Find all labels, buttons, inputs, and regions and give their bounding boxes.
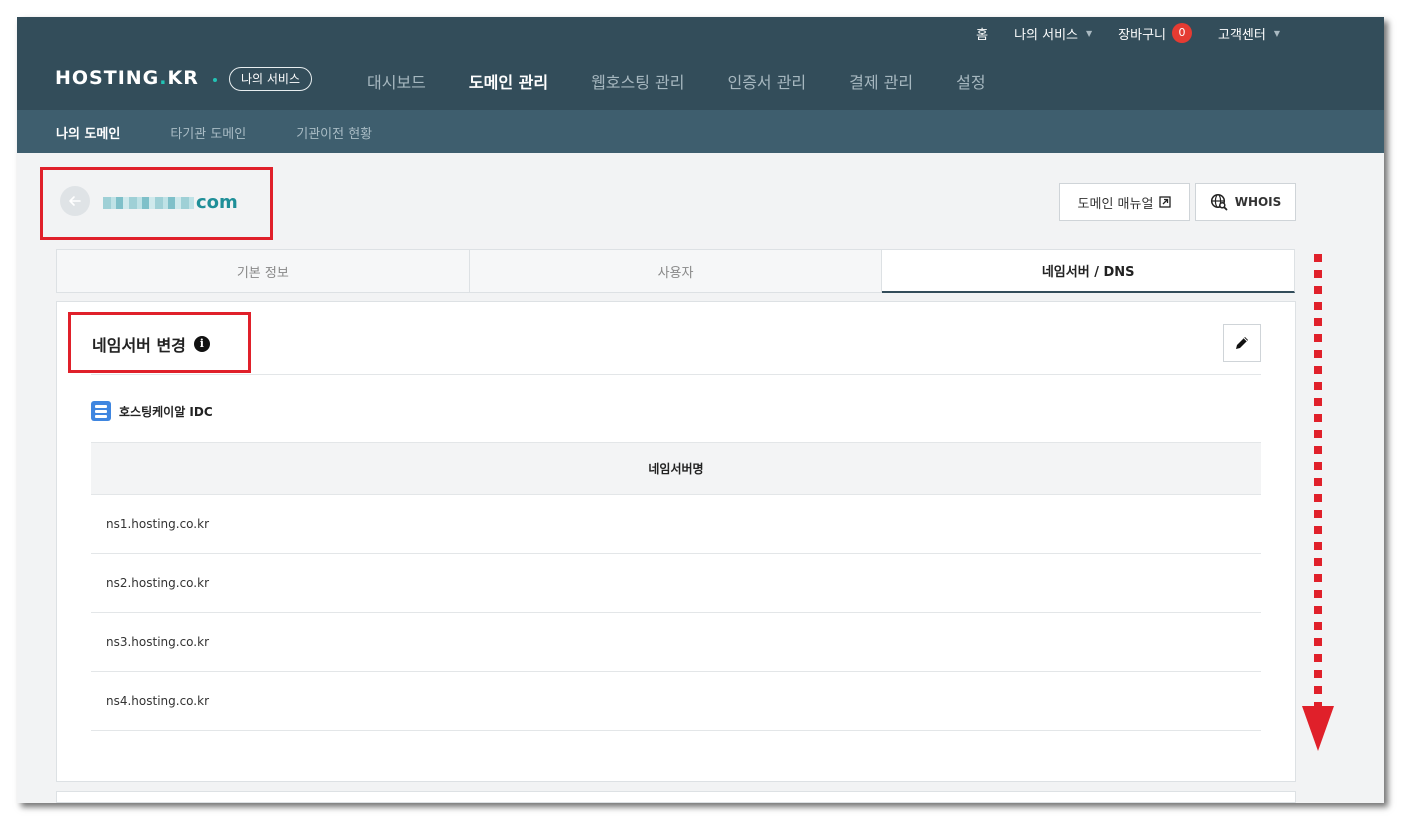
my-services-menu[interactable]: 나의 서비스 ▼ xyxy=(1014,24,1092,43)
utility-links: 홈 나의 서비스 ▼ 장바구니 0 고객센터 ▼ xyxy=(976,23,1384,43)
globe-search-icon xyxy=(1210,193,1228,211)
nameserver-table: 네임서버명 ns1.hosting.co.kr ns2.hosting.co.k… xyxy=(91,442,1261,731)
table-header: 네임서버명 xyxy=(91,442,1261,495)
main-nav: 대시보드 도메인 관리 웹호스팅 관리 인증서 관리 결제 관리 설정 xyxy=(367,69,1029,93)
table-row: ns2.hosting.co.kr xyxy=(91,554,1261,613)
table-row: ns3.hosting.co.kr xyxy=(91,613,1261,672)
tab-nameserver-dns[interactable]: 네임서버 / DNS xyxy=(882,249,1296,293)
top-header: 홈 나의 서비스 ▼ 장바구니 0 고객센터 ▼ HOSTING.KR 나의 서비스 … xyxy=(17,17,1384,110)
support-menu[interactable]: 고객센터 ▼ xyxy=(1218,24,1280,43)
subnav-other-registrar-domains[interactable]: 타기관 도메인 xyxy=(170,123,246,142)
pencil-icon xyxy=(1236,337,1248,349)
divider xyxy=(91,374,1261,375)
nav-settings[interactable]: 설정 xyxy=(956,69,985,93)
subnav-transfer-status[interactable]: 기관이전 현황 xyxy=(296,123,372,142)
highlight-box-domain xyxy=(40,167,273,240)
server-icon xyxy=(91,401,111,421)
nav-certificate-management[interactable]: 인증서 관리 xyxy=(727,69,806,93)
edit-nameserver-button[interactable] xyxy=(1223,324,1261,362)
my-service-pill[interactable]: 나의 서비스 xyxy=(229,67,313,91)
caret-down-icon: ▼ xyxy=(1086,28,1093,38)
domain-manual-button[interactable]: 도메인 매뉴얼 xyxy=(1059,183,1190,221)
table-row: ns1.hosting.co.kr xyxy=(91,495,1261,554)
nav-billing-management[interactable]: 결제 관리 xyxy=(849,69,913,93)
tab-users[interactable]: 사용자 xyxy=(469,249,883,293)
provider-label: 호스팅케이알 IDC xyxy=(91,401,213,421)
table-row: ns4.hosting.co.kr xyxy=(91,672,1261,731)
scroll-down-indicator xyxy=(1314,254,1322,714)
nav-domain-management[interactable]: 도메인 관리 xyxy=(469,69,548,93)
cart-link[interactable]: 장바구니 0 xyxy=(1118,23,1192,43)
sub-nav: 나의 도메인 타기관 도메인 기관이전 현황 xyxy=(56,123,422,142)
home-link[interactable]: 홈 xyxy=(976,24,988,43)
arrow-down-icon xyxy=(1302,706,1334,751)
cart-count-badge: 0 xyxy=(1172,23,1192,43)
domain-detail-tabs: 기본 정보 사용자 네임서버 / DNS xyxy=(56,249,1296,293)
next-panel-edge xyxy=(56,791,1296,803)
nameserver-panel: 네임서버 변경 i 호스팅케이알 IDC 네임서버명 ns1.hosting.c… xyxy=(56,301,1296,782)
tab-basic-info[interactable]: 기본 정보 xyxy=(56,249,470,293)
hosting-kr-logo[interactable]: HOSTING.KR xyxy=(55,67,199,89)
nav-webhosting-management[interactable]: 웹호스팅 관리 xyxy=(591,69,684,93)
nav-dashboard[interactable]: 대시보드 xyxy=(367,69,426,93)
whois-button[interactable]: WHOIS xyxy=(1195,183,1296,221)
subnav-my-domains[interactable]: 나의 도메인 xyxy=(56,123,120,142)
highlight-box-title xyxy=(68,312,251,373)
sub-nav-bar: 나의 도메인 타기관 도메인 기관이전 현황 xyxy=(17,110,1384,153)
external-link-icon xyxy=(1159,196,1172,208)
logo-accent-dot xyxy=(213,78,217,82)
caret-down-icon: ▼ xyxy=(1273,28,1280,38)
